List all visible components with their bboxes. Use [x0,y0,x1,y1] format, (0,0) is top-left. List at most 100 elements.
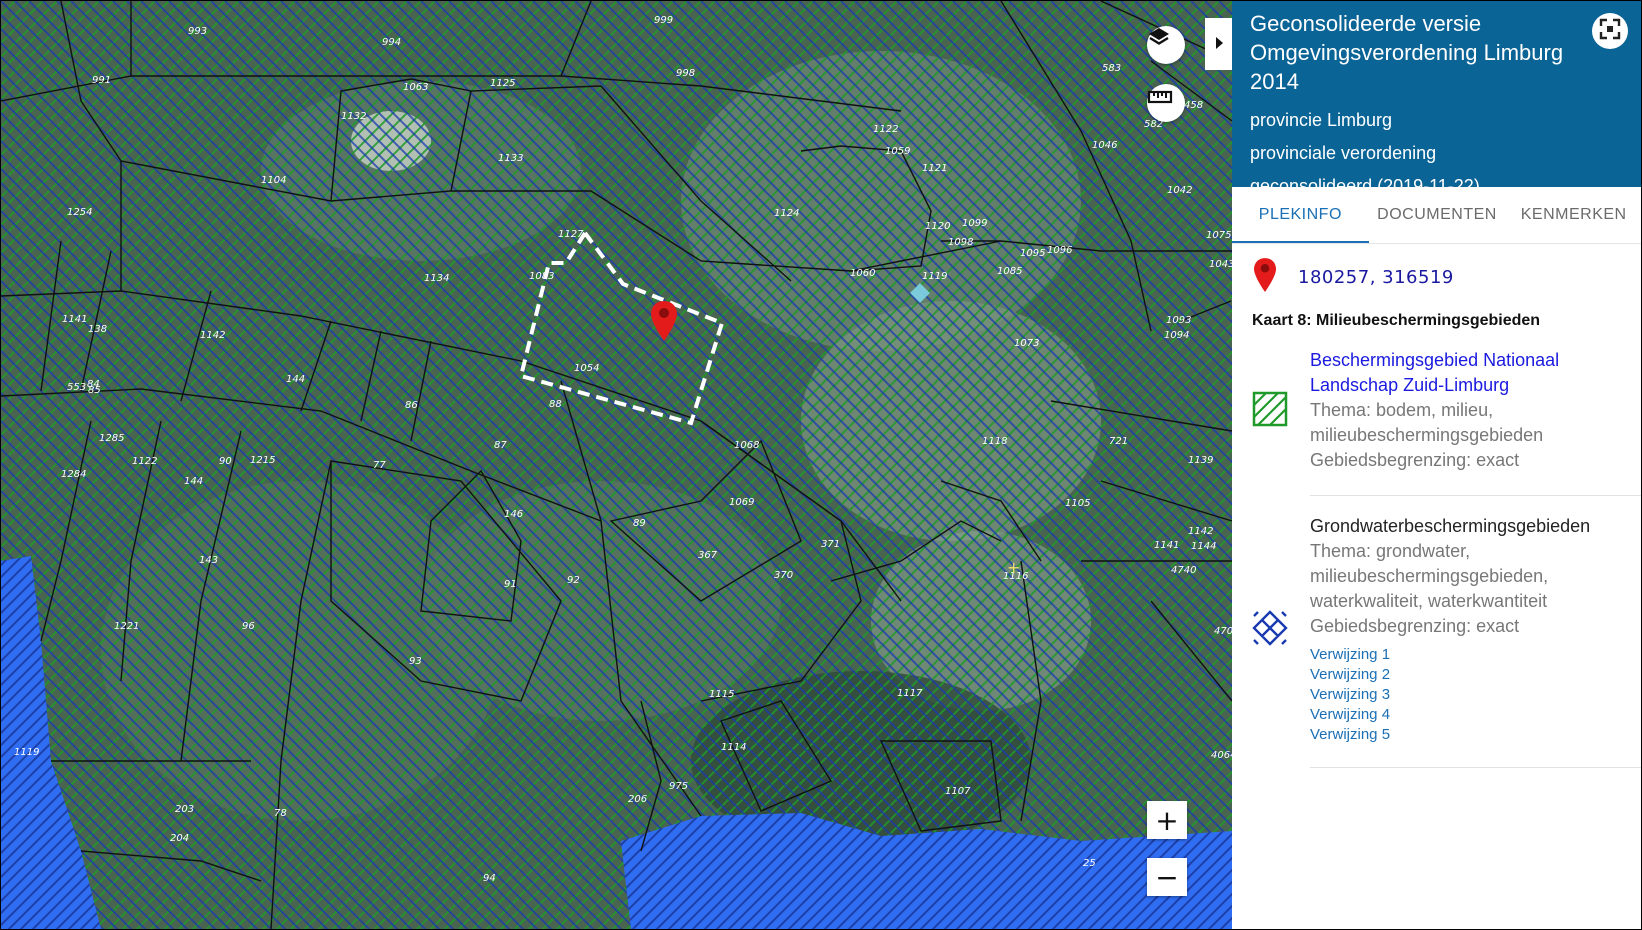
parcel-number-label: 77 [373,460,386,471]
document-authority: provincie Limburg [1250,110,1393,130]
parcel-number-label: 96 [242,621,255,632]
parcel-number-label: 1098 [948,237,973,248]
zoom-in-button[interactable]: + [1147,801,1187,839]
parcel-number-label: 89 [633,518,646,529]
entry-thema: Thema: bodem, milieu, milieubeschermings… [1310,400,1544,445]
parcel-number-label: 90 [219,456,232,467]
document-status: geconsolideerd (2019-11-22) [1250,176,1480,196]
parcel-number-label: 1141 [62,314,87,325]
parcel-number-label: 1144 [1191,541,1216,552]
parcel-number-label: 88 [549,399,562,410]
parcel-number-label: 1125 [490,78,515,89]
parcel-number-label: 1093 [1166,315,1191,326]
parcel-number-label: 458 [1184,100,1203,111]
parcel-number-label: 1134 [424,273,449,284]
parcel-number-label: 138 [88,324,107,335]
panel-header: Geconsolideerde versie Omgevingsverorden… [1232,1,1641,196]
parcel-number-label: 1046 [1092,140,1117,151]
reference-link[interactable]: Verwijzing 3 [1310,685,1632,705]
parcel-number-label: 1095 [1020,248,1045,259]
parcel-number-label: 991 [92,75,111,86]
parcel-number-label: 4064 [1211,750,1232,761]
parcel-number-label: 87 [494,440,507,451]
reference-link[interactable]: Verwijzing 1 [1310,645,1632,665]
fullscreen-icon [1598,17,1622,45]
parcel-number-label: 78 [274,808,287,819]
list-item: Beschermingsgebied Nationaal Landschap Z… [1232,330,1641,473]
parcel-number-label: 25 [1083,858,1096,869]
location-marker-icon[interactable] [651,301,677,341]
parcel-number-label: 1073 [1014,338,1039,349]
parcel-number-label: 1142 [200,330,225,341]
parcel-number-label: 1284 [61,469,86,480]
document-title: Geconsolideerde versie Omgevingsverorden… [1250,11,1564,94]
caret-right-icon [1214,35,1224,54]
parcel-number-label: 1107 [945,786,971,797]
parcel-number-label: 144 [286,374,305,385]
parcel-number-label: 1063 [403,82,428,93]
entry-begrenzing: Gebiedsbegrenzing: exact [1310,616,1520,636]
parcel-number-label: 1122 [873,124,898,135]
parcel-number-label: 1059 [885,146,910,157]
entry-thema: Thema: grondwater, milieubeschermingsgeb… [1310,541,1549,611]
document-type: provinciale verordening [1250,143,1437,163]
zoom-out-button[interactable]: − [1147,858,1187,896]
entry-name: Grondwaterbeschermingsgebieden [1310,516,1591,536]
parcel-number-label: 85 [88,385,101,396]
parcel-number-label: 1104 [261,175,286,186]
parcel-number-label: 1254 [67,207,92,218]
map-pin-icon [1254,258,1276,296]
parcel-number-label: 1121 [922,163,947,174]
parcel-number-label: 1117 [897,688,923,699]
entry-name-link[interactable]: Beschermingsgebied Nationaal Landschap Z… [1310,348,1632,398]
green-diagonal-hatch-icon [1252,391,1288,431]
parcel-number-label: 721 [1109,436,1128,447]
parcel-number-label: 1060 [850,268,875,279]
parcel-number-label: 1122 [132,456,157,467]
reference-link[interactable]: Verwijzing 2 [1310,665,1632,685]
parcel-number-label: 1083 [529,271,554,282]
info-panel: Geconsolideerde versie Omgevingsverorden… [1232,1,1641,929]
parcel-number-label: 1118 [982,436,1007,447]
map-view[interactable]: 993 994 999 998 991 1063 1125 1132 1133 1104 1254 1… [1,1,1232,929]
panel-toggle-button[interactable] [1205,18,1232,70]
parcel-number-label: 1096 [1047,245,1072,256]
parcel-number-label: 1099 [962,218,987,229]
parcel-number-label: 1221 [114,621,139,632]
map-canvas[interactable]: 993 994 999 998 991 1063 1125 1132 1133 1104 1254 1… [1,1,1232,929]
parcel-number-label: 4740 [1171,565,1196,576]
app-frame: 993 994 999 998 991 1063 1125 1132 1133 1104 1254 1… [0,0,1642,930]
coordinates-value[interactable]: 180257, 316519 [1298,267,1454,288]
reference-link[interactable]: Verwijzing 5 [1310,725,1632,745]
layers-button[interactable] [1147,26,1185,64]
parcel-number-label: 1075 [1206,230,1231,241]
parcel-number-label: 1141 [1154,540,1179,551]
parcel-number-label: 994 [382,37,401,48]
reference-link[interactable]: Verwijzing 4 [1310,705,1632,725]
list-item: Grondwaterbeschermingsgebieden Thema: gr… [1232,496,1641,745]
blue-crosshatch-icon [1252,609,1288,650]
parcel-number-label: 1133 [498,153,523,164]
parcel-number-label: 143 [199,555,218,566]
parcel-number-label: 999 [654,15,673,26]
map-section-title: Kaart 8: Milieubeschermingsgebieden [1252,312,1541,329]
parcel-number-label: 993 [188,26,207,37]
measure-button[interactable] [1147,84,1185,122]
parcel-number-label: 1132 [341,111,366,122]
parcel-number-label: 94 [483,873,496,884]
fullscreen-button[interactable] [1592,13,1628,49]
parcel-number-label: 203 [175,804,194,815]
parcel-number-label: 204 [170,833,189,844]
parcel-number-label: 1043 [1209,259,1232,270]
parcel-number-label: 86 [405,400,418,411]
parcel-number-label: 1127 [558,229,584,240]
parcel-number-label: 1119 [922,271,947,282]
parcel-number-label: 1068 [734,440,759,451]
parcel-number-label: 1042 [1167,185,1192,196]
reference-list: Verwijzing 1 Verwijzing 2 Verwijzing 3 V… [1310,645,1632,745]
parcel-number-label: 1085 [997,266,1022,277]
location-coordinates: 180257, 316519 [1232,244,1641,300]
parcel-number-label: 583 [1102,63,1121,74]
parcel-number-label: 1105 [1065,498,1090,509]
parcel-number-label: 146 [504,509,523,520]
